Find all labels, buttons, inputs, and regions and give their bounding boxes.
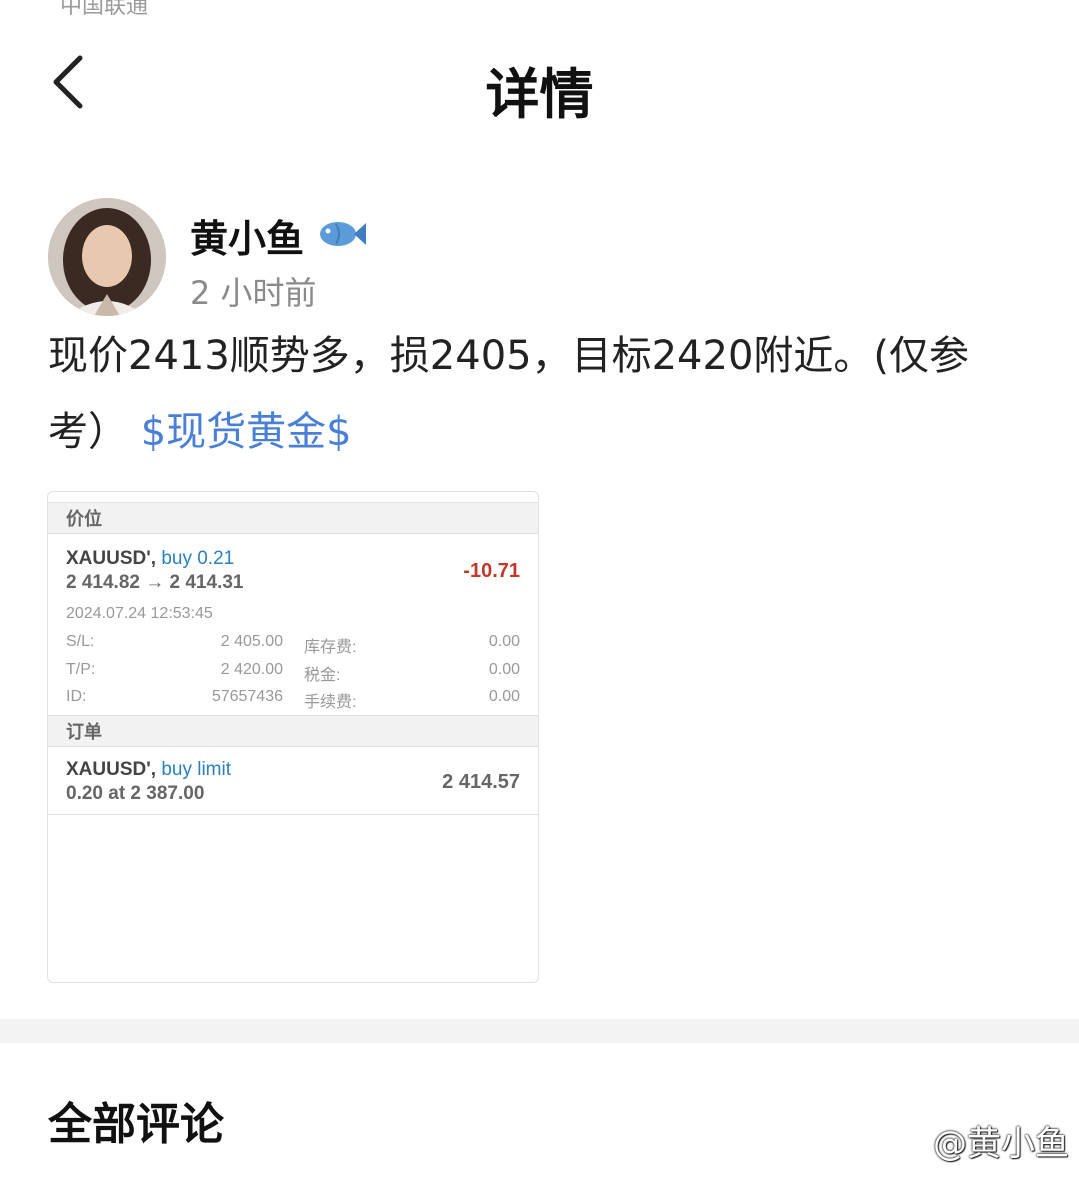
position-profit: -10.71 [463, 560, 520, 582]
tax-value: 0.00 [488, 661, 520, 678]
tp-label: T/P: [66, 661, 96, 678]
fee-label: 手续费: [304, 694, 357, 711]
post-time: 2 小时前 [190, 274, 317, 312]
position-prices: 2 414.82 → 2 414.31 [66, 572, 244, 593]
page-title: 详情 [485, 63, 594, 126]
trade-screenshot[interactable]: 价位 XAUUSD', buy 0.21 2 414.82 → 2 414.31… [47, 491, 539, 983]
topic-link[interactable]: $现货黄金$ [141, 409, 352, 455]
order-detail: 0.20 at 2 387.00 [66, 783, 205, 804]
fee-value: 0.00 [488, 688, 520, 705]
order-divider [48, 814, 538, 815]
position-symbol: XAUUSD', buy 0.21 [66, 548, 235, 569]
post-text: 现价2413顺势多，损2405，目标2420附近。(仅参考） $现货黄金$ [48, 318, 1028, 470]
id-label: ID: [66, 688, 87, 705]
orders-header: 订单 [48, 715, 538, 747]
id-value: 57657436 [211, 688, 283, 705]
swap-label: 库存费: [304, 639, 357, 656]
section-divider [0, 1019, 1079, 1043]
positions-header: 价位 [48, 502, 538, 534]
fish-icon [320, 222, 366, 246]
avatar[interactable] [48, 198, 166, 316]
sl-value: 2 405.00 [220, 633, 283, 650]
status-bar-carrier: 中国联通 [60, 0, 149, 19]
swap-value: 0.00 [488, 633, 520, 650]
order-symbol: XAUUSD', buy limit [66, 759, 231, 780]
tax-label: 税金: [304, 667, 341, 684]
author-name[interactable]: 黄小鱼 [190, 208, 304, 263]
watermark: @黄小鱼 [933, 1124, 1069, 1164]
position-datetime: 2024.07.24 12:53:45 [66, 605, 213, 622]
comments-title: 全部评论 [48, 1099, 224, 1150]
tp-value: 2 420.00 [220, 661, 283, 678]
sl-label: S/L: [66, 633, 95, 650]
order-price: 2 414.57 [442, 771, 520, 793]
